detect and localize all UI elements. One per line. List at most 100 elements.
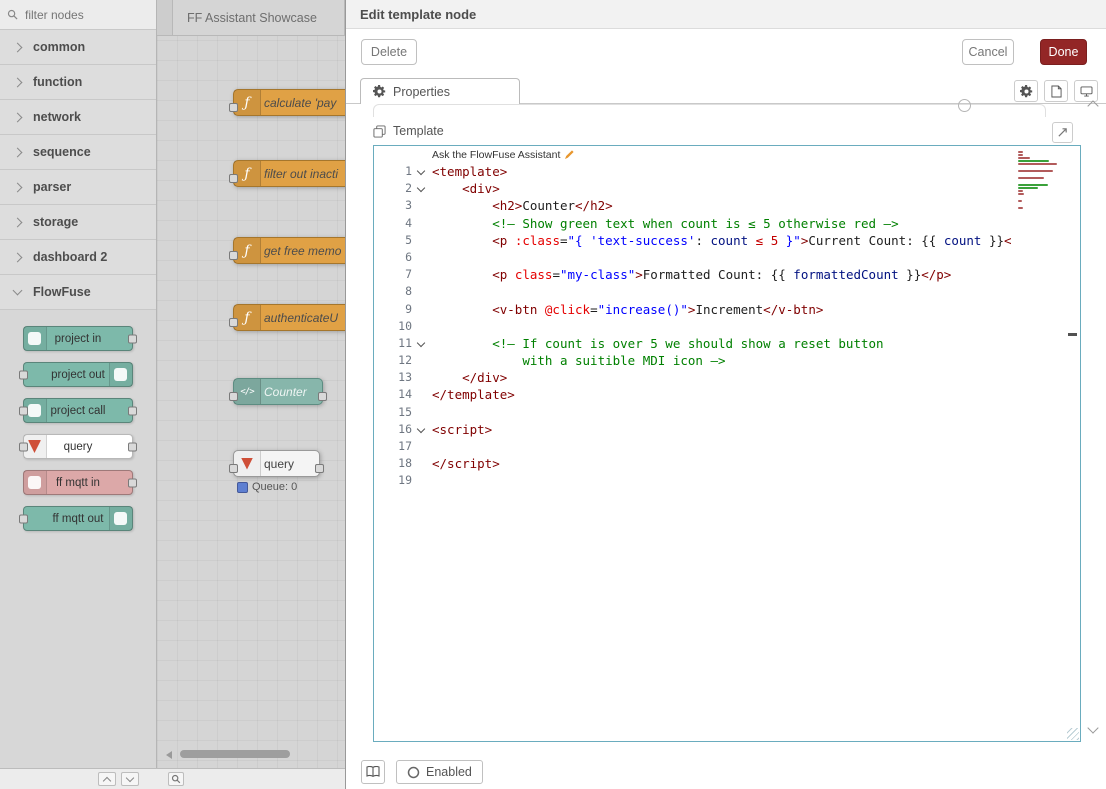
palette-category-storage[interactable]: storage [0, 205, 156, 240]
minimap-line [1018, 154, 1023, 156]
line-number: 6 [374, 249, 412, 266]
minimap-line [1018, 157, 1030, 159]
line-number: 13 [374, 369, 412, 386]
chevron-down-icon [126, 774, 134, 782]
gutter-row: 4 [374, 215, 430, 232]
fold-icon[interactable] [417, 167, 425, 175]
code-token: class [515, 267, 553, 282]
input-port[interactable] [229, 251, 238, 260]
node-status-badge: Queue: 0 [237, 481, 297, 493]
expand-editor-button[interactable] [1052, 122, 1073, 143]
enabled-toggle-button[interactable]: Enabled [396, 760, 483, 784]
node-help-button[interactable] [361, 760, 385, 784]
gutter-row: 14 [374, 386, 430, 403]
code-token: Formatted Count: {{ [643, 267, 794, 282]
workspace-node-authenticateu[interactable]: ƒauthenticateU [233, 304, 345, 331]
palette-category-network[interactable]: network [0, 100, 156, 135]
tab-properties[interactable]: Properties [360, 78, 520, 104]
dialog-scroll-down-icon[interactable] [1087, 722, 1098, 733]
code-line: </template> [432, 386, 1020, 403]
output-port[interactable] [128, 334, 137, 343]
palette-category-FlowFuse[interactable]: FlowFuse [0, 275, 156, 310]
fold-icon[interactable] [417, 425, 425, 433]
palette-node-project-out[interactable]: project out [23, 362, 133, 387]
delete-button[interactable]: Delete [361, 39, 417, 65]
tab-ff-assistant-showcase[interactable]: FF Assistant Showcase [172, 0, 345, 35]
gutter-row: 9 [374, 301, 430, 318]
code-line: <p class="my-class">Formatted Count: {{ … [432, 266, 1020, 283]
line-number: 19 [374, 472, 412, 489]
gutter-row: 11 [374, 335, 430, 352]
node-description-button[interactable] [1044, 80, 1068, 102]
input-port[interactable] [19, 370, 28, 379]
palette-node-ff-mqtt-out[interactable]: ff mqtt out [23, 506, 133, 531]
palette-node-project-in[interactable]: project in [23, 326, 133, 351]
input-port[interactable] [229, 174, 238, 183]
enabled-label: Enabled [426, 765, 472, 779]
input-port[interactable] [229, 464, 238, 473]
gutter-row: 1 [374, 163, 430, 180]
input-port[interactable] [19, 442, 28, 451]
palette-category-parser[interactable]: parser [0, 170, 156, 205]
line-number: 4 [374, 215, 412, 232]
code-token: <div> [462, 181, 500, 196]
palette-expand-all-button[interactable] [121, 772, 139, 786]
output-port[interactable] [315, 464, 324, 473]
line-number: 1 [374, 163, 412, 180]
horizontal-scrollbar[interactable] [180, 750, 290, 758]
gutter-row: 15 [374, 404, 430, 421]
cancel-button[interactable]: Cancel [962, 39, 1014, 65]
code-token: with a suitible MDI icon —> [522, 353, 725, 368]
workspace-node-filter-out-inacti[interactable]: ƒfilter out inacti [233, 160, 345, 187]
palette-node-label: project call [24, 399, 132, 422]
output-port[interactable] [128, 442, 137, 451]
workspace-node-query[interactable]: query [233, 450, 320, 477]
gutter-row: 5 [374, 232, 430, 249]
input-port[interactable] [229, 103, 238, 112]
palette-category-common[interactable]: common [0, 30, 156, 65]
done-button[interactable]: Done [1040, 39, 1087, 65]
editor-minimap[interactable] [1018, 151, 1064, 214]
input-port[interactable] [229, 318, 238, 327]
fold-icon[interactable] [417, 339, 425, 347]
output-port[interactable] [318, 392, 327, 401]
palette-category-label: FlowFuse [33, 285, 91, 299]
output-port[interactable] [128, 406, 137, 415]
output-port[interactable] [128, 478, 137, 487]
search-input[interactable] [23, 7, 147, 23]
code-line: <h2>Counter</h2> [432, 197, 1020, 214]
node-settings-button[interactable] [1014, 80, 1038, 102]
code-token [432, 181, 462, 196]
scroll-left-icon[interactable] [166, 751, 172, 759]
palette-category-function[interactable]: function [0, 65, 156, 100]
fold-icon[interactable] [417, 184, 425, 192]
line-number: 7 [374, 266, 412, 283]
workspace-node-calculate-pay[interactable]: ƒcalculate 'pay [233, 89, 345, 116]
line-number: 17 [374, 438, 412, 455]
chevron-right-icon [13, 147, 23, 157]
scrolled-form-toggle[interactable] [958, 99, 971, 112]
code-editor[interactable]: Ask the FlowFuse Assistant 1234567891011… [373, 145, 1081, 742]
code-token: Current Count: {{ [808, 233, 943, 248]
assistant-hint[interactable]: Ask the FlowFuse Assistant [432, 149, 574, 161]
input-port[interactable] [19, 514, 28, 523]
palette-category-dashboard-2[interactable]: dashboard 2 [0, 240, 156, 275]
zoom-search-button[interactable] [168, 772, 184, 786]
minimap-line [1018, 187, 1038, 189]
input-port[interactable] [19, 406, 28, 415]
palette-node-query[interactable]: query [23, 434, 133, 459]
gutter-row: 8 [374, 283, 430, 300]
editor-resize-grip[interactable] [1067, 728, 1079, 740]
workspace-canvas[interactable]: Queue: 0 ƒcalculate 'pay ƒfilter out inac… [157, 0, 345, 768]
code-token [432, 198, 492, 213]
palette-collapse-all-button[interactable] [98, 772, 116, 786]
node-appearance-button[interactable] [1074, 80, 1098, 102]
workspace-node-counter[interactable]: </>Counter [233, 378, 323, 405]
workspace-node-get-free-memo[interactable]: ƒget free memo [233, 237, 345, 264]
palette-category-sequence[interactable]: sequence [0, 135, 156, 170]
palette-node-project-call[interactable]: project call [23, 398, 133, 423]
palette-node-ff-mqtt-in[interactable]: ff mqtt in [23, 470, 133, 495]
node-label: filter out inacti [264, 161, 345, 186]
chevron-right-icon [13, 112, 23, 122]
input-port[interactable] [229, 392, 238, 401]
